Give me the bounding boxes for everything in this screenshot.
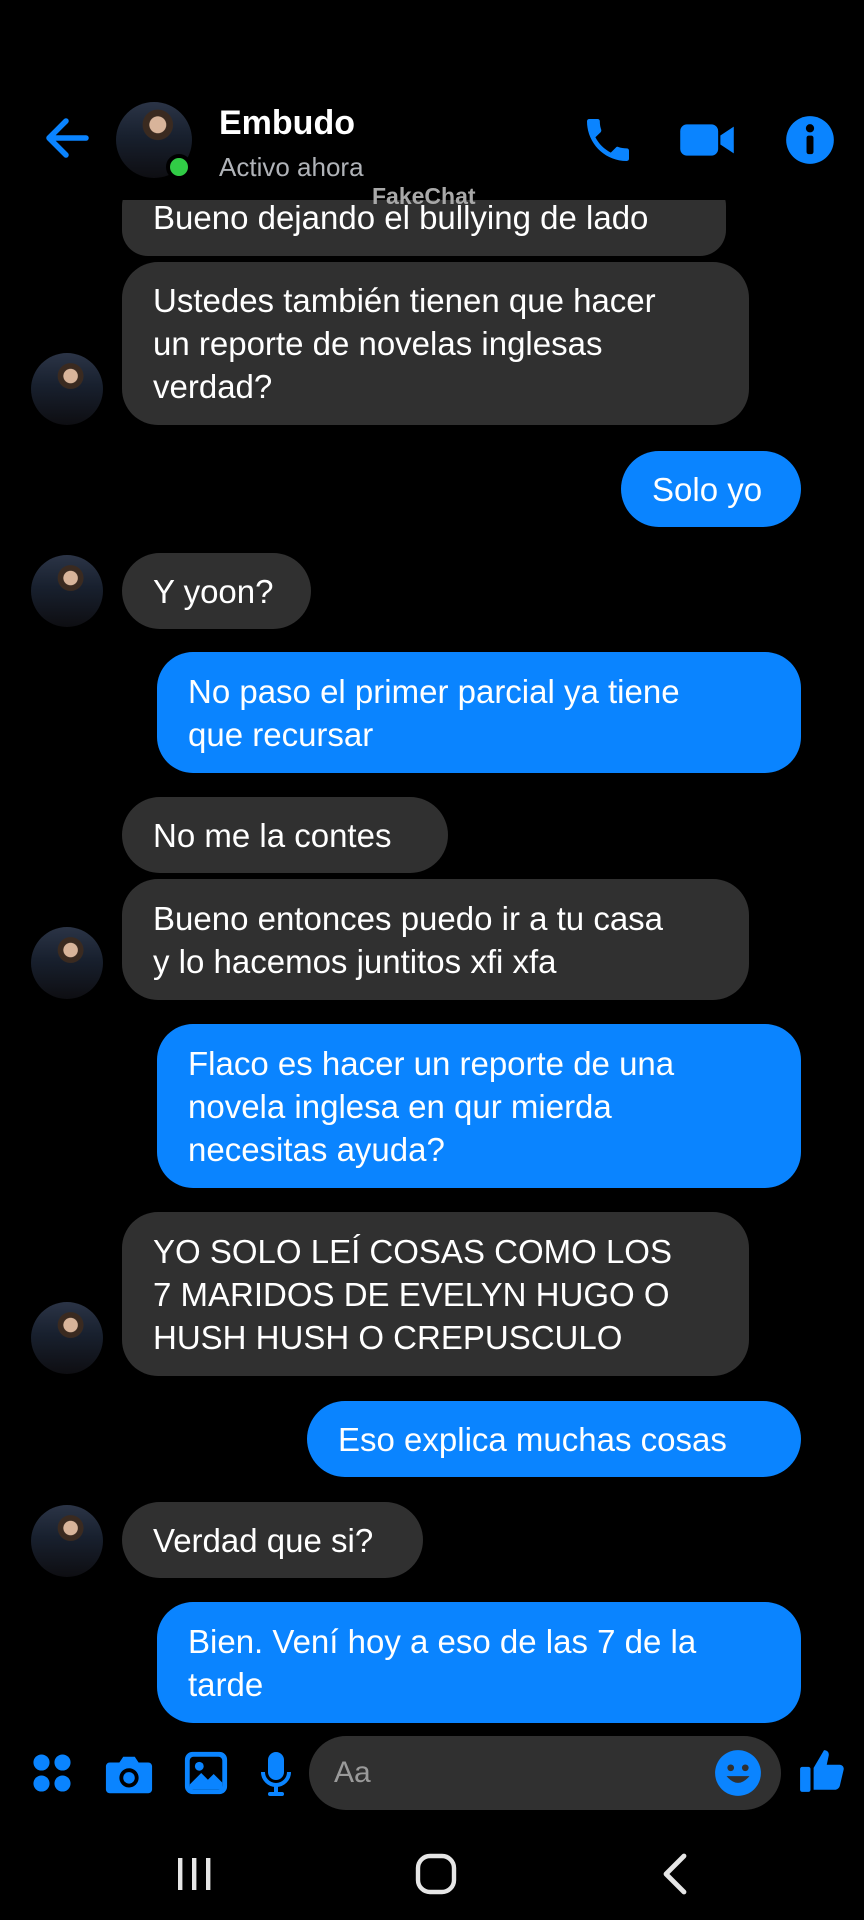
message-bubble-incoming[interactable]: Y yoon? bbox=[122, 553, 311, 629]
home-icon[interactable] bbox=[414, 1852, 458, 1896]
contact-avatar[interactable] bbox=[31, 353, 103, 425]
message-text: No paso el primer parcial ya tiene que r… bbox=[188, 672, 680, 753]
microphone-icon[interactable] bbox=[260, 1750, 292, 1798]
gallery-icon[interactable] bbox=[183, 1750, 229, 1796]
contact-avatar[interactable] bbox=[31, 555, 103, 627]
message-input-placeholder: Aa bbox=[334, 1756, 371, 1789]
message-text: Verdad que si? bbox=[153, 1521, 374, 1559]
message-text: Eso explica muchas cosas bbox=[338, 1420, 727, 1458]
message-text: Flaco es hacer un reporte de una novela … bbox=[188, 1044, 675, 1168]
message-text: Bueno entonces puedo ir a tu casa y lo h… bbox=[153, 899, 664, 980]
contact-avatar[interactable] bbox=[31, 1302, 103, 1374]
contact-avatar[interactable] bbox=[31, 1505, 103, 1577]
message-text: Solo yo bbox=[652, 470, 763, 508]
message-text: Bien. Vení hoy a eso de las 7 de la tard… bbox=[188, 1622, 697, 1703]
chat-thread[interactable]: Bueno dejando el bullying de lado Ustede… bbox=[0, 0, 864, 1726]
chat-header: Embudo Activo ahora bbox=[0, 0, 864, 200]
message-bubble-outgoing[interactable]: No paso el primer parcial ya tiene que r… bbox=[157, 652, 801, 773]
online-status-indicator bbox=[166, 154, 192, 180]
message-bubble-outgoing[interactable]: Flaco es hacer un reporte de una novela … bbox=[157, 1024, 801, 1188]
arrow-left-icon[interactable] bbox=[40, 112, 92, 164]
apps-grid-icon[interactable] bbox=[31, 1752, 73, 1794]
back-nav-icon[interactable] bbox=[660, 1852, 692, 1896]
system-navigation-bar bbox=[0, 1826, 864, 1920]
message-bubble-incoming[interactable]: No me la contes bbox=[122, 797, 448, 873]
thumbs-up-icon[interactable] bbox=[798, 1746, 848, 1796]
emoji-icon[interactable] bbox=[713, 1748, 763, 1798]
video-camera-icon[interactable] bbox=[678, 112, 736, 168]
contact-status: Activo ahora bbox=[219, 152, 364, 182]
message-text: YO SOLO LEÍ COSAS COMO LOS 7 MARIDOS DE … bbox=[153, 1232, 672, 1356]
message-input[interactable] bbox=[309, 1736, 781, 1810]
message-bubble-outgoing[interactable]: Bien. Vení hoy a eso de las 7 de la tard… bbox=[157, 1602, 801, 1723]
message-text: No me la contes bbox=[153, 816, 392, 854]
message-text: Y yoon? bbox=[153, 572, 274, 610]
message-bubble-incoming[interactable]: YO SOLO LEÍ COSAS COMO LOS 7 MARIDOS DE … bbox=[122, 1212, 749, 1376]
message-bubble-incoming[interactable]: Ustedes también tienen que hacer un repo… bbox=[122, 262, 749, 425]
contact-name[interactable]: Embudo bbox=[219, 104, 355, 143]
message-bubble-incoming[interactable]: Bueno entonces puedo ir a tu casa y lo h… bbox=[122, 879, 749, 1000]
message-bubble-incoming[interactable]: Verdad que si? bbox=[122, 1502, 423, 1578]
camera-icon[interactable] bbox=[104, 1750, 154, 1798]
phone-icon[interactable] bbox=[580, 112, 636, 168]
contact-avatar[interactable] bbox=[31, 927, 103, 999]
message-bubble-outgoing[interactable]: Eso explica muchas cosas bbox=[307, 1401, 801, 1477]
message-bubble-outgoing[interactable]: Solo yo bbox=[621, 451, 801, 527]
info-icon[interactable] bbox=[784, 112, 836, 168]
message-text: Ustedes también tienen que hacer un repo… bbox=[153, 282, 656, 405]
watermark-text: FakeChat bbox=[372, 183, 476, 209]
recent-apps-icon[interactable] bbox=[174, 1856, 214, 1892]
